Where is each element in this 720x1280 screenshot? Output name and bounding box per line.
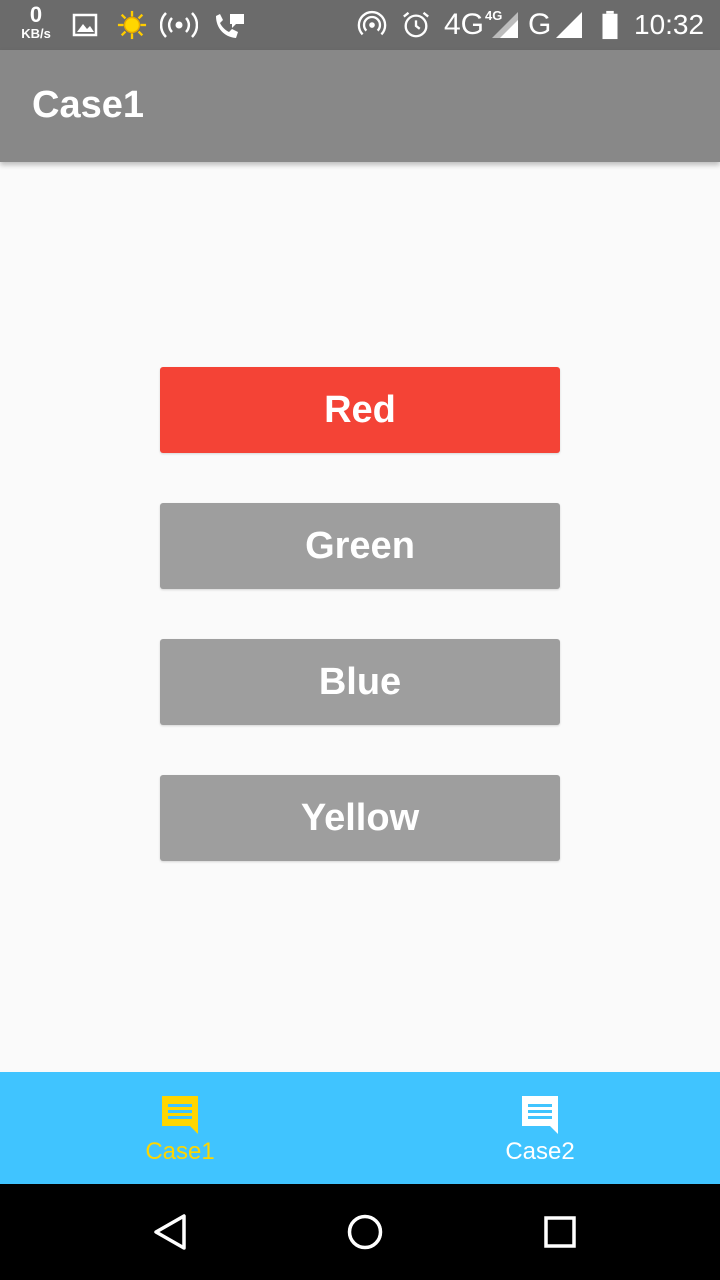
- tab-case2[interactable]: Case2: [360, 1072, 720, 1184]
- network-type-2: G: [528, 8, 552, 41]
- tab-case1-label: Case1: [145, 1138, 215, 1165]
- clock: 10:32: [634, 9, 705, 40]
- tab-case2-label: Case2: [505, 1138, 575, 1165]
- message-icon: [522, 1096, 558, 1134]
- message-icon: [162, 1096, 198, 1134]
- blue-button[interactable]: Blue: [160, 639, 560, 725]
- navigation-bar: [0, 1184, 720, 1280]
- red-button[interactable]: Red: [160, 367, 560, 453]
- signal-icon: [556, 12, 582, 38]
- gallery-icon: [72, 13, 98, 37]
- status-bar: 0 KB/s 4G 4G G 10:32: [0, 0, 720, 50]
- wifi-calling-icon: [216, 14, 244, 38]
- back-icon[interactable]: [150, 1212, 190, 1252]
- portable-hotspot-icon: [357, 10, 387, 36]
- weather-sun-icon: [117, 10, 147, 40]
- green-button[interactable]: Green: [160, 503, 560, 589]
- network-speed-value: 0: [29, 2, 43, 27]
- recents-icon[interactable]: [540, 1212, 580, 1252]
- yellow-button[interactable]: Yellow: [160, 775, 560, 861]
- network-speed-unit: KB/s: [21, 26, 51, 41]
- signal-icon: [492, 12, 518, 38]
- network-type-1: 4G: [444, 8, 485, 41]
- app-bar: Case1: [0, 50, 720, 162]
- alarm-icon: [403, 11, 429, 38]
- page-title: Case1: [32, 84, 144, 126]
- tab-case1[interactable]: Case1: [0, 1072, 360, 1184]
- hotspot-icon: [160, 12, 198, 38]
- battery-icon: [602, 10, 618, 40]
- home-icon[interactable]: [345, 1212, 385, 1252]
- bottom-tab-bar: Case1 Case2: [0, 1072, 720, 1184]
- network-speed: 0 KB/s: [18, 2, 54, 41]
